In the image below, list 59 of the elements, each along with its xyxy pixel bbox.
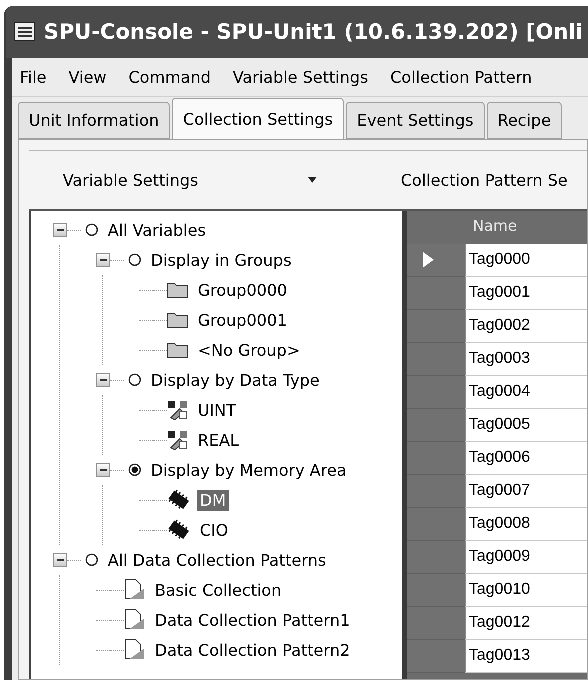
tab[interactable]: Recipe	[486, 102, 562, 139]
collapse-toggle[interactable]	[96, 463, 110, 477]
menu-item[interactable]: File	[20, 68, 47, 86]
table-cell: Tag0003	[465, 343, 587, 376]
tree-item[interactable]: DM	[197, 490, 230, 510]
window-title: SPU-Console - SPU-Unit1 (10.6.139.202) [Onli	[44, 20, 583, 44]
collection-pattern-button[interactable]: Collection Pattern Se	[329, 158, 568, 202]
menu-item[interactable]: Collection Pattern	[390, 68, 532, 86]
tree-item[interactable]: <No Group>	[195, 340, 304, 360]
tree-item[interactable]: REAL	[195, 430, 242, 450]
folder-icon	[167, 281, 189, 299]
tree-item[interactable]: Group0000	[195, 280, 290, 300]
table-cell: Tag0010	[465, 574, 587, 607]
tree-item[interactable]: Display in Groups	[148, 250, 295, 270]
data-type-icon	[167, 400, 189, 420]
menu-item[interactable]: Variable Settings	[232, 68, 368, 86]
tree-item[interactable]: All Data Collection Patterns	[105, 550, 330, 570]
tree-item[interactable]: UINT	[195, 400, 240, 420]
radio-button[interactable]	[85, 553, 99, 567]
table-cell: Tag0009	[465, 541, 587, 574]
tree-item[interactable]: Group0001	[195, 310, 290, 330]
tree-item[interactable]: Basic Collection	[152, 580, 285, 600]
table-cell: Tag0012	[465, 607, 587, 640]
folder-icon	[167, 311, 189, 329]
tree-item[interactable]: Display by Memory Area	[148, 460, 350, 480]
radio-button[interactable]	[128, 373, 142, 387]
collapse-toggle[interactable]	[53, 553, 67, 567]
table-cell: Tag0002	[465, 310, 587, 343]
tree-item[interactable]: Data Collection Pattern1	[152, 610, 354, 630]
collapse-toggle[interactable]	[96, 253, 110, 267]
tree-item[interactable]: Data Collection Pattern2	[152, 640, 354, 660]
table-cell: Tag0001	[465, 277, 587, 310]
app-icon	[14, 22, 36, 42]
table-cell: Tag0013	[465, 640, 587, 673]
table-cell: Tag0006	[465, 442, 587, 475]
dropdown-caret-icon	[308, 177, 317, 183]
tree-item[interactable]: All Variables	[105, 220, 210, 240]
table-cell: Tag0005	[465, 409, 587, 442]
table-cell: Tag0007	[465, 475, 587, 508]
tree-item[interactable]: CIO	[197, 520, 232, 540]
folder-icon	[167, 341, 189, 359]
collapse-toggle[interactable]	[96, 373, 110, 387]
tab[interactable]: Unit Information	[18, 102, 170, 139]
table-cell: Tag0004	[465, 376, 587, 409]
table-cell: Tag0000	[465, 244, 587, 277]
table-cell: Tag0008	[465, 508, 587, 541]
variable-settings-button[interactable]: Variable Settings	[29, 158, 329, 202]
radio-button[interactable]	[128, 463, 142, 477]
radio-button[interactable]	[128, 253, 142, 267]
radio-button[interactable]	[85, 223, 99, 237]
tree-item[interactable]: Display by Data Type	[148, 370, 323, 390]
collapse-toggle[interactable]	[53, 223, 67, 237]
data-type-icon	[167, 430, 189, 450]
menu-item[interactable]: Command	[128, 68, 211, 86]
column-header[interactable]: Name	[465, 211, 587, 241]
tab[interactable]: Collection Settings	[172, 98, 344, 139]
row-header[interactable]	[407, 244, 465, 277]
menu-item[interactable]: View	[68, 68, 107, 86]
tab[interactable]: Event Settings	[346, 102, 485, 139]
